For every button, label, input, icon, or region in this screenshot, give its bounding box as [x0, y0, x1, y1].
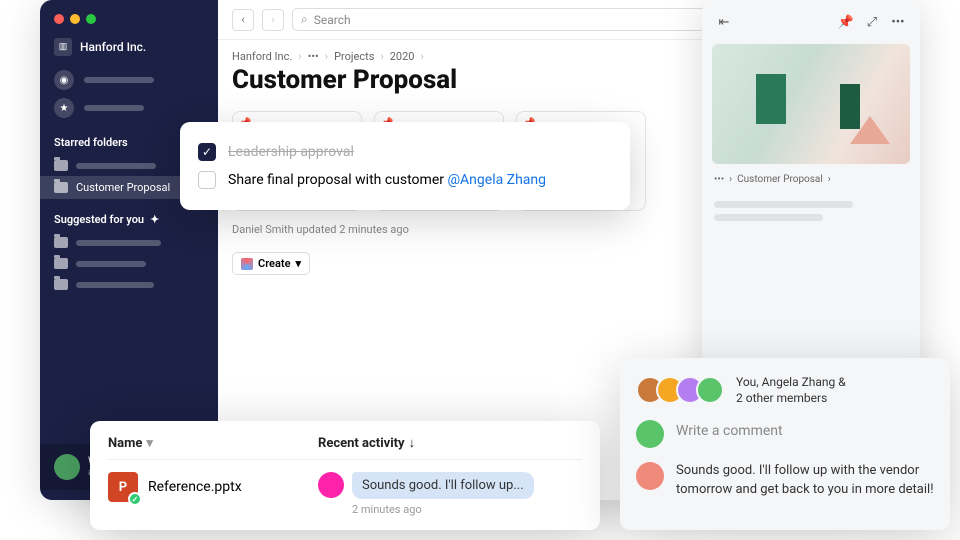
comments-panel: You, Angela Zhang & 2 other members Writ…	[620, 358, 950, 530]
user-mention[interactable]: @Angela Zhang	[447, 172, 546, 188]
crumb-projects[interactable]: Projects	[334, 50, 374, 63]
members-text: You, Angela Zhang & 2 other members	[736, 374, 846, 406]
chevron-right-icon: ›	[325, 50, 328, 63]
preview-thumbnail	[712, 44, 910, 164]
crumb-overflow[interactable]: •••	[308, 50, 319, 63]
minimize-icon[interactable]	[70, 14, 80, 24]
checklist-item[interactable]: Share final proposal with customer @Ange…	[198, 166, 612, 194]
synced-badge-icon: ✓	[128, 492, 142, 506]
chevron-right-icon: ›	[828, 174, 831, 185]
crumb-year[interactable]: 2020	[390, 50, 415, 63]
checkbox-checked[interactable]: ✓	[198, 143, 216, 161]
collapse-panel-button[interactable]: ⇤	[712, 10, 736, 34]
panel-crumb-label[interactable]: Customer Proposal	[737, 174, 823, 185]
folder-icon	[54, 182, 68, 193]
create-button[interactable]: Create ▾	[232, 252, 310, 275]
back-button[interactable]: ‹	[232, 9, 254, 31]
folder-icon	[54, 237, 68, 248]
star-icon: ★	[54, 98, 74, 118]
create-icon	[241, 258, 253, 270]
folder-item[interactable]	[40, 232, 218, 253]
avatar	[636, 420, 664, 448]
folder-icon	[54, 160, 68, 171]
pin-button[interactable]: 📌	[834, 10, 858, 34]
arrow-down-icon: ↓	[409, 435, 416, 451]
panel-breadcrumb: ••• › Customer Proposal ›	[712, 164, 910, 195]
powerpoint-icon: P✓	[108, 472, 138, 502]
comment-item: Sounds good. I'll follow up with the ven…	[636, 462, 934, 500]
comment-body: Sounds good. I'll follow up with the ven…	[676, 462, 934, 500]
column-name[interactable]: Name▾	[108, 435, 318, 451]
search-icon: ⌕	[301, 12, 308, 27]
avatar	[54, 454, 80, 480]
maximize-icon[interactable]	[86, 14, 96, 24]
folder-item[interactable]	[40, 253, 218, 274]
chevron-right-icon: ›	[298, 50, 301, 63]
org-name: Hanford Inc.	[80, 40, 146, 54]
panel-toolbar: ⇤ 📌 ⤢ •••	[712, 10, 910, 34]
checklist-label: Leadership approval	[228, 144, 354, 160]
checklist-item[interactable]: ✓ Leadership approval	[198, 138, 612, 166]
building-icon: ▥	[54, 38, 72, 56]
timestamp: 2 minutes ago	[352, 503, 534, 516]
folder-item[interactable]	[40, 274, 218, 295]
activity-bubble: Sounds good. I'll follow up...	[352, 472, 534, 499]
more-button[interactable]: •••	[886, 10, 910, 34]
chevron-down-icon: ▾	[296, 257, 302, 270]
crumb-overflow[interactable]: •••	[714, 174, 724, 185]
chevron-down-icon: ▾	[146, 436, 153, 451]
list-item[interactable]: P✓ Reference.pptx Sounds good. I'll foll…	[108, 460, 582, 516]
forward-button[interactable]: ›	[262, 9, 284, 31]
checklist-label: Share final proposal with customer @Ange…	[228, 172, 546, 188]
file-name: Reference.pptx	[148, 479, 242, 495]
expand-button[interactable]: ⤢	[860, 10, 884, 34]
comment-input-row[interactable]: Write a comment	[636, 420, 934, 448]
person-icon: ◉	[54, 70, 74, 90]
sparkle-icon: ✦	[150, 213, 159, 226]
comment-input[interactable]: Write a comment	[676, 420, 783, 448]
close-icon[interactable]	[54, 14, 64, 24]
search-placeholder: Search	[314, 13, 351, 27]
checklist-popover: ✓ Leadership approval Share final propos…	[180, 122, 630, 210]
chevron-right-icon: ›	[420, 50, 423, 63]
folder-icon	[54, 279, 68, 290]
avatar	[696, 376, 724, 404]
sidebar-item-people[interactable]: ◉	[40, 66, 218, 94]
folder-icon	[54, 258, 68, 269]
avatar	[318, 472, 344, 498]
checkbox-unchecked[interactable]	[198, 171, 216, 189]
avatar	[636, 462, 664, 490]
window-controls	[40, 10, 218, 36]
org-switcher[interactable]: ▥ Hanford Inc.	[40, 36, 218, 66]
list-header: Name▾ Recent activity↓	[108, 435, 582, 460]
avatar-stack	[636, 376, 724, 404]
sidebar-item-starred[interactable]: ★	[40, 94, 218, 122]
column-activity[interactable]: Recent activity↓	[318, 435, 415, 451]
crumb-root[interactable]: Hanford Inc.	[232, 50, 292, 63]
create-label: Create	[258, 257, 291, 270]
file-list-popup: Name▾ Recent activity↓ P✓ Reference.pptx…	[90, 421, 600, 530]
chevron-right-icon: ›	[729, 174, 732, 185]
members-summary[interactable]: You, Angela Zhang & 2 other members	[636, 374, 934, 406]
chevron-right-icon: ›	[380, 50, 383, 63]
folder-label: Customer Proposal	[76, 181, 170, 194]
